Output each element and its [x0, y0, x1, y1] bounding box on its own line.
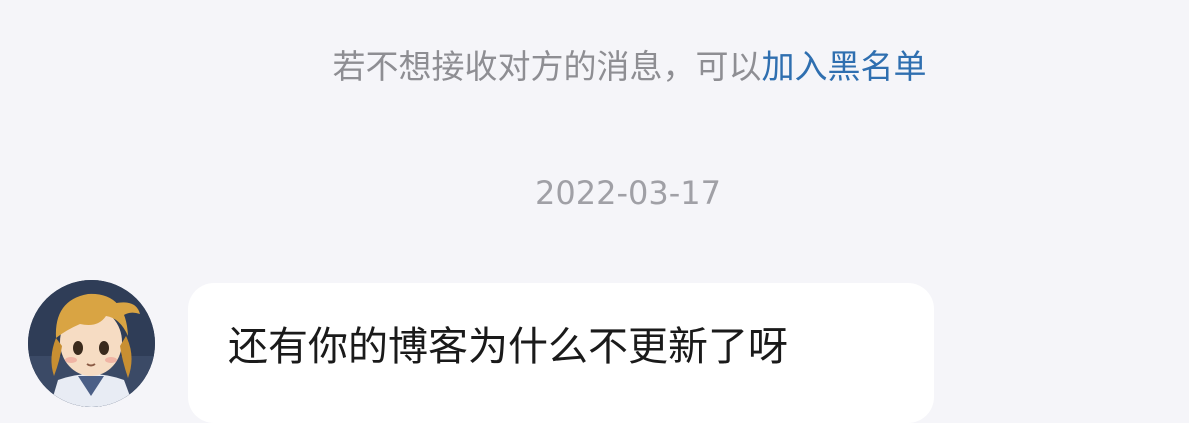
message-bubble[interactable]: 还有你的博客为什么不更新了呀 [188, 283, 934, 423]
blacklist-notice: 若不想接收对方的消息，可以加入黑名单 [0, 40, 1189, 94]
anime-girl-avatar-icon [28, 280, 155, 407]
message-text: 还有你的博客为什么不更新了呀 [228, 324, 788, 370]
add-to-blacklist-link[interactable]: 加入黑名单 [762, 47, 927, 86]
message-timestamp: 2022-03-17 [535, 174, 721, 212]
blacklist-notice-text: 若不想接收对方的消息，可以 [332, 47, 762, 86]
contact-avatar[interactable] [28, 280, 155, 407]
